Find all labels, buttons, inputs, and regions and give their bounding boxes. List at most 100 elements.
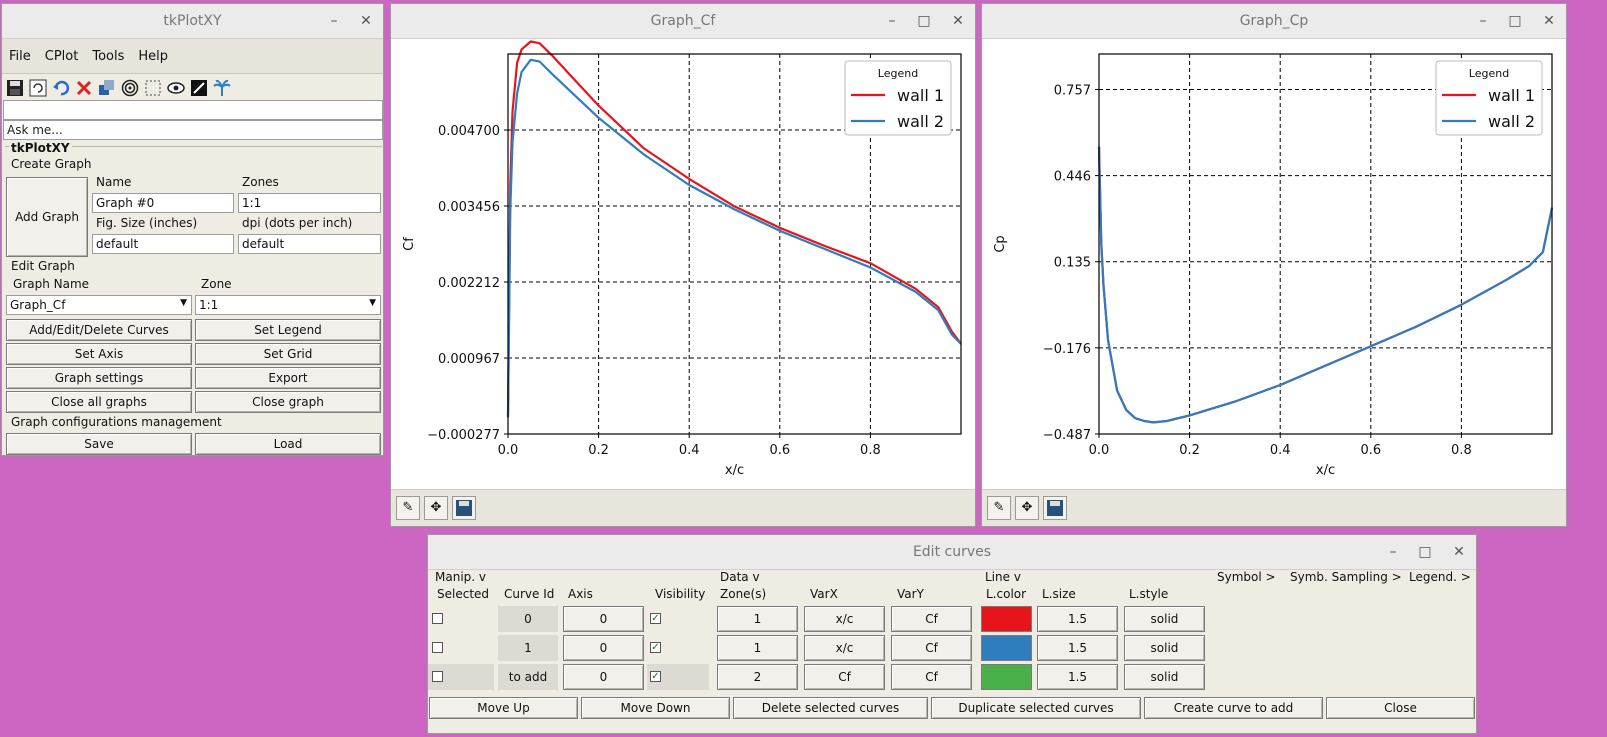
- minimize-icon[interactable]: –: [881, 4, 903, 38]
- graph-name-input[interactable]: Graph #0: [92, 193, 234, 213]
- config-management-label: Graph configurations management: [11, 415, 222, 429]
- maximize-icon[interactable]: □: [1414, 535, 1436, 569]
- graph-cp-titlebar[interactable]: Graph_Cp – □ ✕: [982, 4, 1566, 39]
- tkplotxy-window: tkPlotXY – ✕ File CPlot Tools Help Ask m…: [1, 3, 384, 456]
- add-edit-delete-curves-button[interactable]: Add/Edit/Delete Curves: [6, 319, 192, 341]
- manip-header[interactable]: Manip. v: [435, 570, 486, 584]
- maximize-icon[interactable]: □: [913, 4, 935, 38]
- vary-cell[interactable]: Cf: [891, 635, 972, 661]
- vary-cell[interactable]: Cf: [891, 606, 972, 632]
- close-icon[interactable]: ✕: [947, 4, 969, 38]
- main-titlebar[interactable]: tkPlotXY – ✕: [2, 4, 383, 39]
- move-icon[interactable]: ✥: [424, 496, 448, 520]
- zone-select[interactable]: 1:1 ▼: [195, 295, 381, 315]
- line-color-swatch[interactable]: [981, 606, 1032, 632]
- axis-cell[interactable]: 0: [563, 635, 644, 661]
- figsize-input[interactable]: default: [92, 234, 234, 254]
- fit-icon[interactable]: [143, 78, 163, 98]
- close-icon[interactable]: ✕: [1448, 535, 1470, 569]
- curve-id-cell: 1: [498, 635, 558, 661]
- line-style-cell[interactable]: solid: [1124, 664, 1205, 690]
- axis-cell[interactable]: 0: [563, 606, 644, 632]
- line-color-swatch[interactable]: [981, 664, 1032, 690]
- vary-cell[interactable]: Cf: [891, 664, 972, 690]
- varx-cell[interactable]: x/c: [804, 635, 885, 661]
- delete-selected-curves-button[interactable]: Delete selected curves: [733, 697, 928, 719]
- line-size-cell[interactable]: 1.5: [1037, 664, 1118, 690]
- export-button[interactable]: Export: [195, 367, 381, 389]
- graph-settings-button[interactable]: Graph settings: [6, 367, 192, 389]
- col-lsize: L.size: [1042, 587, 1076, 601]
- zones-cell[interactable]: 2: [717, 664, 798, 690]
- line-size-cell[interactable]: 1.5: [1037, 635, 1118, 661]
- dpi-input[interactable]: default: [238, 234, 381, 254]
- menu-cplot[interactable]: CPlot: [38, 49, 86, 64]
- create-curve-to-add-button[interactable]: Create curve to add: [1144, 697, 1323, 719]
- data-header[interactable]: Data v: [720, 570, 760, 584]
- ask-input[interactable]: Ask me...: [3, 120, 383, 140]
- set-grid-button[interactable]: Set Grid: [195, 343, 381, 365]
- menu-tools[interactable]: Tools: [85, 49, 131, 64]
- line-header[interactable]: Line v: [985, 570, 1021, 584]
- undo-icon[interactable]: [51, 78, 71, 98]
- command-input[interactable]: [3, 100, 383, 120]
- move-up-button[interactable]: Move Up: [429, 697, 578, 719]
- zone-select-value: 1:1: [199, 298, 219, 312]
- menu-file[interactable]: File: [2, 49, 38, 64]
- varx-cell[interactable]: Cf: [804, 664, 885, 690]
- sampling-header[interactable]: Symb. Sampling >: [1290, 570, 1402, 584]
- visibility-checkbox[interactable]: ✓: [650, 613, 661, 624]
- move-down-button[interactable]: Move Down: [581, 697, 730, 719]
- add-graph-button[interactable]: Add Graph: [6, 177, 88, 257]
- graph-name-select[interactable]: Graph_Cf ▼: [6, 295, 192, 315]
- zones-cell[interactable]: 1: [717, 606, 798, 632]
- minimize-icon[interactable]: –: [1382, 535, 1404, 569]
- set-legend-button[interactable]: Set Legend: [195, 319, 381, 341]
- load-config-button[interactable]: Load: [195, 433, 381, 455]
- palm-icon[interactable]: [212, 78, 232, 98]
- edit-icon[interactable]: ✎: [987, 496, 1011, 520]
- minimize-icon[interactable]: –: [1472, 4, 1494, 38]
- symbol-header[interactable]: Symbol >: [1217, 570, 1276, 584]
- zones-input[interactable]: 1:1: [238, 193, 381, 213]
- close-all-graphs-button[interactable]: Close all graphs: [6, 391, 192, 413]
- visibility-checkbox[interactable]: ✓: [650, 671, 661, 682]
- copy-icon[interactable]: [97, 78, 117, 98]
- row-select-checkbox[interactable]: [432, 613, 443, 624]
- y-tick-label: 0.757: [1054, 83, 1091, 98]
- legend-header[interactable]: Legend. >: [1409, 570, 1471, 584]
- set-axis-button[interactable]: Set Axis: [6, 343, 192, 365]
- close-icon[interactable]: ✕: [355, 4, 377, 38]
- row-select-checkbox[interactable]: [432, 671, 443, 682]
- eye-icon[interactable]: [166, 78, 186, 98]
- zones-cell[interactable]: 1: [717, 635, 798, 661]
- save-icon[interactable]: [5, 78, 25, 98]
- line-style-cell[interactable]: solid: [1124, 635, 1205, 661]
- move-icon[interactable]: ✥: [1015, 496, 1039, 520]
- target-icon[interactable]: [120, 78, 140, 98]
- save-icon[interactable]: [1043, 496, 1067, 520]
- line-size-cell[interactable]: 1.5: [1037, 606, 1118, 632]
- save-config-button[interactable]: Save: [6, 433, 192, 455]
- menu-help[interactable]: Help: [131, 49, 175, 64]
- save-icon[interactable]: [452, 496, 476, 520]
- refresh-icon[interactable]: [28, 78, 48, 98]
- dark-mode-icon[interactable]: [189, 78, 209, 98]
- row-select-checkbox[interactable]: [432, 642, 443, 653]
- duplicate-selected-curves-button[interactable]: Duplicate selected curves: [931, 697, 1141, 719]
- visibility-checkbox[interactable]: ✓: [650, 642, 661, 653]
- graph-name-select-value: Graph_Cf: [10, 298, 66, 312]
- line-style-cell[interactable]: solid: [1124, 606, 1205, 632]
- delete-icon[interactable]: [74, 78, 94, 98]
- line-color-swatch[interactable]: [981, 635, 1032, 661]
- minimize-icon[interactable]: –: [323, 4, 345, 38]
- graph-cf-titlebar[interactable]: Graph_Cf – □ ✕: [391, 4, 975, 39]
- edit-curves-titlebar[interactable]: Edit curves – □ ✕: [428, 535, 1476, 570]
- axis-cell[interactable]: 0: [563, 664, 644, 690]
- close-button[interactable]: Close: [1326, 697, 1475, 719]
- varx-cell[interactable]: x/c: [804, 606, 885, 632]
- close-graph-button[interactable]: Close graph: [195, 391, 381, 413]
- maximize-icon[interactable]: □: [1504, 4, 1526, 38]
- edit-icon[interactable]: ✎: [396, 496, 420, 520]
- close-icon[interactable]: ✕: [1538, 4, 1560, 38]
